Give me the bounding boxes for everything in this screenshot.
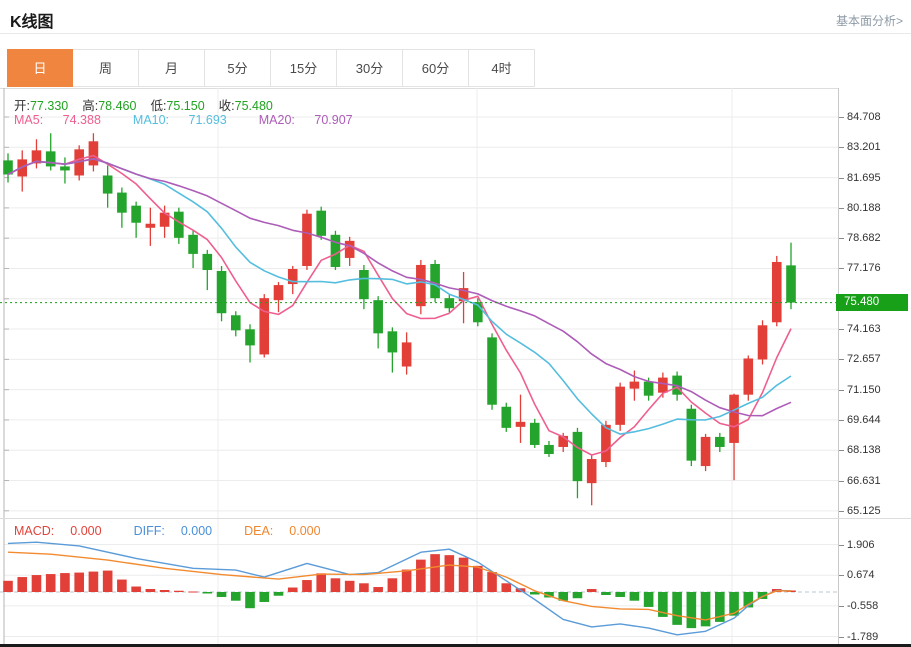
- tab-5分[interactable]: 5分: [205, 49, 271, 87]
- axis-tick-label: 66.631: [839, 474, 881, 488]
- close-value: 75.480: [235, 99, 273, 113]
- axis-tick-label: 72.657: [839, 352, 881, 366]
- axis-tick-label: 71.150: [839, 383, 881, 397]
- kline-page: K线图 基本面分析> 日周月5分15分30分60分4时 开:77.330高:78…: [0, 0, 911, 647]
- ma10-readout: MA10: 71.693: [133, 113, 243, 127]
- ma-readout: MA5: 74.388 MA10: 71.693 MA20: 70.907: [14, 113, 385, 127]
- axis-tick-label: 83.201: [839, 140, 881, 154]
- close-label: 收:: [219, 99, 235, 113]
- tab-周[interactable]: 周: [73, 49, 139, 87]
- axis-tick-label: -0.558: [839, 599, 878, 613]
- panel-divider: [0, 518, 911, 519]
- open-value: 77.330: [30, 99, 68, 113]
- tab-60分[interactable]: 60分: [403, 49, 469, 87]
- axis-tick-label: 84.708: [839, 110, 881, 124]
- period-tabbar: 日周月5分15分30分60分4时: [7, 49, 535, 87]
- high-value: 78.460: [98, 99, 136, 113]
- low-label: 低:: [150, 99, 166, 113]
- page-title: K线图: [10, 8, 54, 32]
- diff-value: DIFF:0.000: [134, 524, 229, 538]
- tab-日[interactable]: 日: [7, 49, 73, 87]
- price-axis: 75.480 84.708 83.201 81.695 80.188 78.682 77.…: [838, 88, 911, 645]
- ohlc-readout: 开:77.330 高:78.460 低:75.150 收:75.480: [14, 95, 287, 114]
- tab-15分[interactable]: 15分: [271, 49, 337, 87]
- fundamental-analysis-link[interactable]: 基本面分析>: [836, 12, 903, 29]
- tab-30分[interactable]: 30分: [337, 49, 403, 87]
- main-candlestick-chart[interactable]: [0, 88, 838, 518]
- tab-月[interactable]: 月: [139, 49, 205, 87]
- axis-tick-label: 68.138: [839, 443, 881, 457]
- axis-tick-label: 1.906: [839, 538, 875, 552]
- axis-tick-label: 77.176: [839, 261, 881, 275]
- axis-tick-label: 74.163: [839, 322, 881, 336]
- tab-4时[interactable]: 4时: [469, 49, 535, 87]
- axis-tick-label: 78.682: [839, 231, 881, 245]
- ma5-readout: MA5: 74.388: [14, 113, 117, 127]
- macd-value: MACD:0.000: [14, 524, 118, 538]
- dea-value: DEA:0.000: [244, 524, 336, 538]
- header-divider: [0, 33, 911, 34]
- last-price-tag: 75.480: [836, 294, 908, 311]
- axis-tick-label: 81.695: [839, 171, 881, 185]
- axis-tick-label: 80.188: [839, 201, 881, 215]
- axis-tick-label: 69.644: [839, 413, 881, 427]
- axis-tick-label: -1.789: [839, 630, 878, 644]
- axis-tick-label: 0.674: [839, 568, 875, 582]
- low-value: 75.150: [166, 99, 204, 113]
- ma20-readout: MA20: 70.907: [259, 113, 369, 127]
- high-label: 高:: [82, 99, 98, 113]
- macd-readout: MACD:0.000 DIFF:0.000 DEA:0.000: [14, 524, 353, 538]
- open-label: 开:: [14, 99, 30, 113]
- axis-tick-label: 65.125: [839, 504, 881, 518]
